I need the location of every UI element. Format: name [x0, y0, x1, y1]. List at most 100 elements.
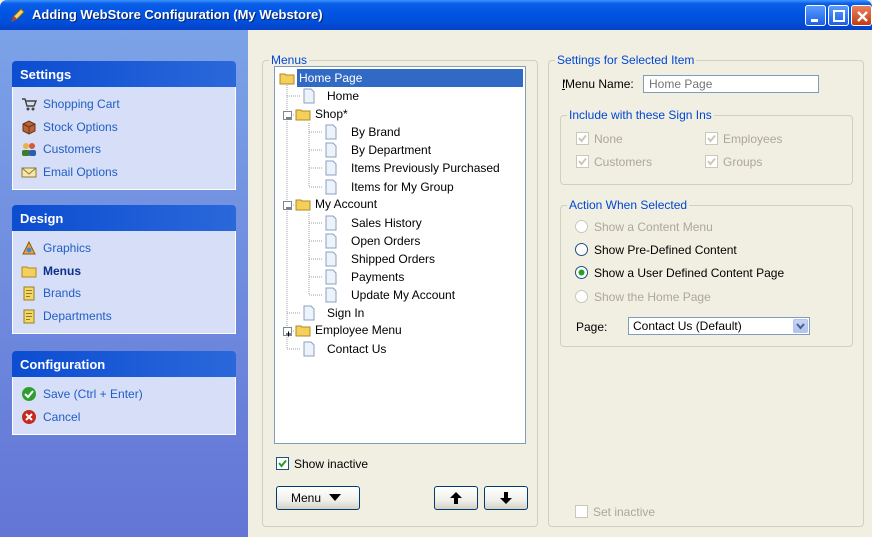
signin-customers-checkbox[interactable]: [576, 155, 589, 168]
shopping-cart-icon: [22, 98, 37, 111]
task-email-options[interactable]: Email Options: [13, 161, 235, 184]
task-customers[interactable]: Customers: [13, 138, 235, 161]
graphics-icon: [22, 241, 36, 255]
action-content-menu-radio[interactable]: [575, 220, 588, 233]
chevron-down-icon: [796, 323, 805, 330]
menu-name-label: MMenu Name:: [562, 77, 634, 91]
task-label: Graphics: [43, 241, 92, 256]
task-stock-options[interactable]: Stock Options: [13, 116, 235, 139]
signin-none-checkbox[interactable]: [576, 132, 589, 145]
arrow-down-icon: [500, 492, 512, 504]
menu-name-input[interactable]: [643, 75, 819, 93]
clipboard-icon: [23, 286, 35, 301]
task-departments[interactable]: Departments: [13, 305, 235, 328]
collapse-toggle[interactable]: [283, 111, 292, 120]
configuration-group-body: Save (Ctrl + Enter) Cancel: [12, 377, 236, 435]
tree-node-home[interactable]: Home: [327, 87, 359, 105]
title-bar[interactable]: Adding WebStore Configuration (My Websto…: [0, 0, 872, 30]
design-group: Design Graphics Menus Brands Departments: [12, 205, 236, 334]
tree-node-payments[interactable]: Payments: [351, 268, 404, 286]
tree-node-employee-menu[interactable]: Employee Menu: [315, 321, 402, 339]
cancel-circle-icon: [22, 409, 36, 424]
tree-node-label: Sales History: [351, 216, 422, 230]
task-label: Stock Options: [43, 119, 118, 134]
tree-node-update-my-account[interactable]: Update My Account: [351, 286, 455, 304]
app-window: Adding WebStore Configuration (My Websto…: [0, 0, 872, 537]
configuration-group: Configuration Save (Ctrl + Enter) Cancel: [12, 351, 236, 435]
task-label: Departments: [43, 308, 112, 323]
tree-node-shipped-orders[interactable]: Shipped Orders: [351, 250, 435, 268]
tree-node-label: Open Orders: [351, 234, 421, 248]
checkmark-icon: [578, 134, 587, 143]
design-group-header[interactable]: Design: [12, 205, 236, 231]
tree-node-label: Contact Us: [327, 342, 387, 356]
plus-icon: [286, 331, 291, 337]
tree-node-sales-history[interactable]: Sales History: [351, 214, 422, 232]
page-icon: [325, 142, 337, 158]
menu-button[interactable]: Menu: [276, 486, 360, 510]
folder-icon: [21, 266, 37, 278]
tree-node-label: Items Previously Purchased: [351, 161, 500, 175]
tree-node-label: Home: [327, 89, 360, 103]
action-home-page-radio[interactable]: [575, 290, 588, 303]
move-down-button[interactable]: [484, 486, 528, 510]
task-graphics[interactable]: Graphics: [13, 237, 235, 260]
close-button[interactable]: [851, 5, 872, 26]
expand-toggle[interactable]: [283, 327, 292, 337]
collapse-toggle[interactable]: [283, 201, 292, 210]
task-label: Brands: [43, 286, 82, 301]
signins-legend: Include with these Sign Ins: [567, 108, 714, 122]
page-icon: [325, 269, 337, 285]
signin-none-label: None: [594, 132, 623, 146]
dropdown-arrow[interactable]: [793, 319, 808, 333]
tree-node-label: By Brand: [351, 125, 401, 139]
task-save[interactable]: Save (Ctrl + Enter): [13, 383, 235, 406]
pencil-icon: [11, 8, 25, 22]
minimize-button[interactable]: [805, 5, 826, 26]
set-inactive-checkbox[interactable]: [575, 505, 588, 518]
maximize-button[interactable]: [828, 5, 849, 26]
signin-groups-label: Groups: [723, 155, 763, 169]
tree-node-label: By Department: [351, 143, 432, 157]
task-label: Email Options: [43, 164, 118, 179]
settings-group-header[interactable]: Settings: [12, 61, 236, 87]
page-icon: [325, 179, 337, 195]
minus-icon: [286, 117, 291, 119]
task-shopping-cart[interactable]: Shopping Cart: [13, 93, 235, 116]
tree-node-by-brand[interactable]: By Brand: [351, 123, 400, 141]
folder-icon: [295, 325, 311, 337]
page-icon: [303, 305, 315, 321]
tree-node-my-account[interactable]: My Account: [315, 195, 377, 213]
tree-node-label: My Account: [315, 197, 378, 211]
menu-tree[interactable]: Home Page Home Shop* By Brand By Departm…: [274, 66, 526, 444]
signin-employees-label: Employees: [723, 132, 783, 146]
tree-node-sign-in[interactable]: Sign In: [327, 304, 364, 322]
show-inactive-checkbox[interactable]: [276, 457, 289, 470]
configuration-group-header[interactable]: Configuration: [12, 351, 236, 377]
tree-node-home-page[interactable]: Home Page: [297, 69, 523, 87]
triangle-down-icon: [329, 494, 342, 501]
page-select[interactable]: Contact Us (Default): [628, 317, 810, 335]
clipboard-icon: [23, 309, 35, 324]
signin-groups-checkbox[interactable]: [705, 155, 718, 168]
page-icon: [303, 341, 315, 357]
task-menus[interactable]: Menus: [13, 260, 235, 283]
tree-node-items-for-my-group[interactable]: Items for My Group: [351, 178, 454, 196]
selected-item-settings-legend: Settings for Selected Item: [555, 53, 697, 67]
page-icon: [303, 88, 315, 104]
page-select-value: Contact Us (Default): [633, 319, 742, 333]
action-home-page-label: Show the Home Page: [594, 290, 711, 304]
minimize-icon: [811, 19, 818, 22]
show-inactive-label: Show inactive: [294, 457, 369, 471]
tree-node-shop[interactable]: Shop*: [315, 105, 348, 123]
action-predefined-radio[interactable]: [575, 243, 588, 256]
tree-node-items-previously-purchased[interactable]: Items Previously Purchased: [351, 159, 500, 177]
tree-node-contact-us[interactable]: Contact Us: [327, 340, 386, 358]
task-cancel[interactable]: Cancel: [13, 406, 235, 429]
tree-node-by-department[interactable]: By Department: [351, 141, 431, 159]
signin-employees-checkbox[interactable]: [705, 132, 718, 145]
action-user-defined-radio[interactable]: [575, 266, 588, 279]
task-brands[interactable]: Brands: [13, 282, 235, 305]
tree-node-open-orders[interactable]: Open Orders: [351, 232, 420, 250]
move-up-button[interactable]: [434, 486, 478, 510]
